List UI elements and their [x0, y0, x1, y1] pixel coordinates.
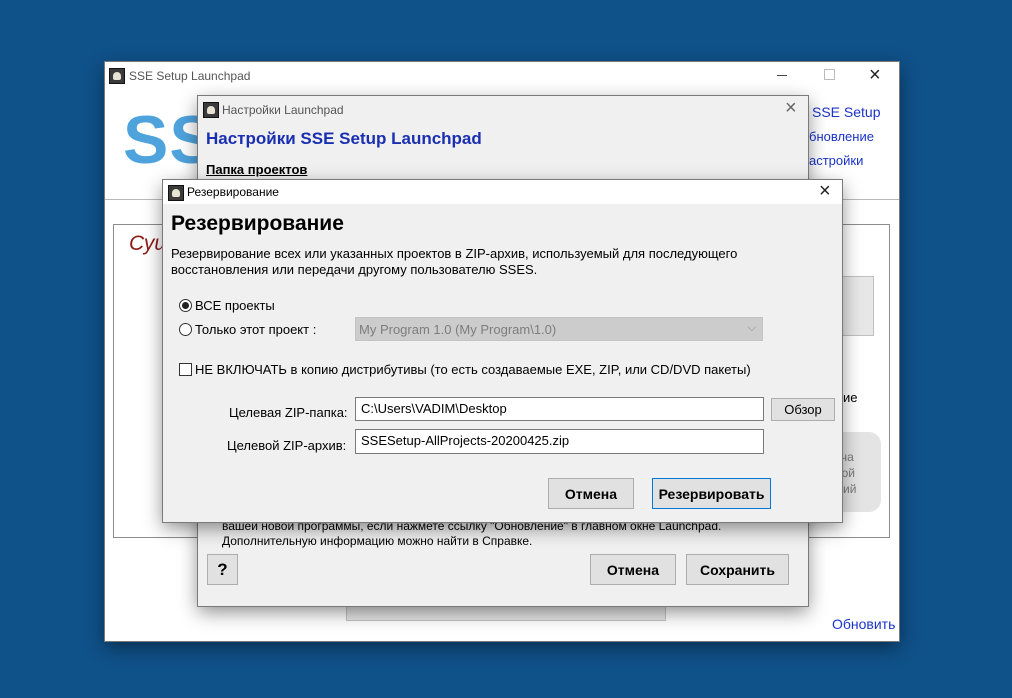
zip-archive-input[interactable]: SSESetup-AllProjects-20200425.zip — [355, 429, 764, 454]
radio-all-projects[interactable] — [179, 299, 192, 312]
settings-titlebar[interactable]: Настройки Launchpad × — [198, 96, 808, 126]
save-button[interactable]: Сохранить — [686, 554, 789, 585]
right-fragment-1: ие — [843, 390, 858, 405]
backup-cancel-button[interactable]: Отмена — [548, 478, 634, 509]
link-refresh[interactable]: Обновить — [832, 616, 895, 632]
backup-description-line-1: Резервирование всех или указанных проект… — [171, 246, 738, 261]
zip-folder-input[interactable]: C:\Users\VADIM\Desktop — [355, 397, 764, 421]
link-update[interactable]: бновление — [809, 129, 874, 144]
project-select[interactable]: My Program 1.0 (My Program\1.0) ⌵ — [355, 317, 763, 341]
exclude-distributives-checkbox[interactable] — [179, 363, 192, 376]
app-icon — [109, 68, 125, 84]
backup-titlebar[interactable]: Резервирование × — [163, 180, 842, 204]
browse-button[interactable]: Обзор — [771, 398, 835, 421]
link-sse-setup[interactable]: SSE Setup — [812, 104, 881, 120]
zip-archive-label: Целевой ZIP-архив: — [227, 438, 347, 453]
settings-title: Настройки Launchpad — [222, 103, 344, 117]
radio-all-dot — [182, 302, 189, 309]
backup-title: Резервирование — [187, 185, 279, 199]
settings-app-icon — [203, 102, 219, 118]
backup-close-icon[interactable]: × — [819, 181, 831, 201]
minimize-icon[interactable] — [777, 75, 787, 76]
main-window-title: SSE Setup Launchpad — [129, 69, 251, 83]
backup-heading: Резервирование — [171, 212, 344, 235]
settings-close-icon[interactable]: × — [785, 98, 797, 118]
zip-folder-label: Целевая ZIP-папка: — [229, 405, 348, 420]
radio-this-label[interactable]: Только этот проект : — [195, 322, 316, 337]
radio-all-label[interactable]: ВСЕ проекты — [195, 298, 275, 313]
backup-description-line-2: восстановления или передачи другому поль… — [171, 262, 538, 277]
right-panel-box — [840, 276, 874, 336]
settings-cancel-button[interactable]: Отмена — [590, 554, 676, 585]
settings-info-line-2: Дополнительную информацию можно найти в … — [222, 534, 533, 548]
settings-heading: Настройки SSE Setup Launchpad — [206, 129, 482, 148]
chevron-down-icon: ⌵ — [747, 322, 756, 334]
settings-section-label: Папка проектов — [206, 162, 308, 177]
maximize-icon — [824, 69, 835, 80]
backup-button[interactable]: Резервировать — [652, 478, 771, 509]
main-titlebar[interactable]: SSE Setup Launchpad × — [105, 62, 899, 92]
main-close-icon[interactable]: × — [869, 65, 881, 85]
backup-app-icon — [168, 185, 184, 201]
exclude-distributives-label[interactable]: НЕ ВКЛЮЧАТЬ в копию дистрибутивы (то ест… — [195, 362, 751, 377]
project-select-value: My Program 1.0 (My Program\1.0) — [359, 322, 557, 337]
backup-dialog: Резервирование × Резервирование Резервир… — [163, 180, 842, 522]
radio-this-project[interactable] — [179, 323, 192, 336]
link-settings[interactable]: астройки — [809, 153, 863, 168]
help-button[interactable]: ? — [207, 554, 238, 585]
